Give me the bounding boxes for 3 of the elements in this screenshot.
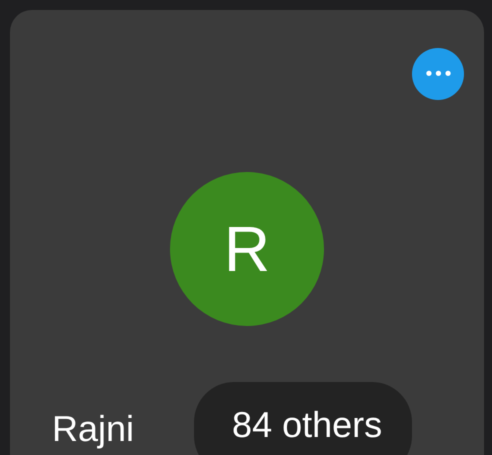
avatar: R	[170, 172, 324, 326]
participant-name: Rajni	[52, 408, 134, 450]
others-button[interactable]: 84 others	[194, 382, 412, 455]
